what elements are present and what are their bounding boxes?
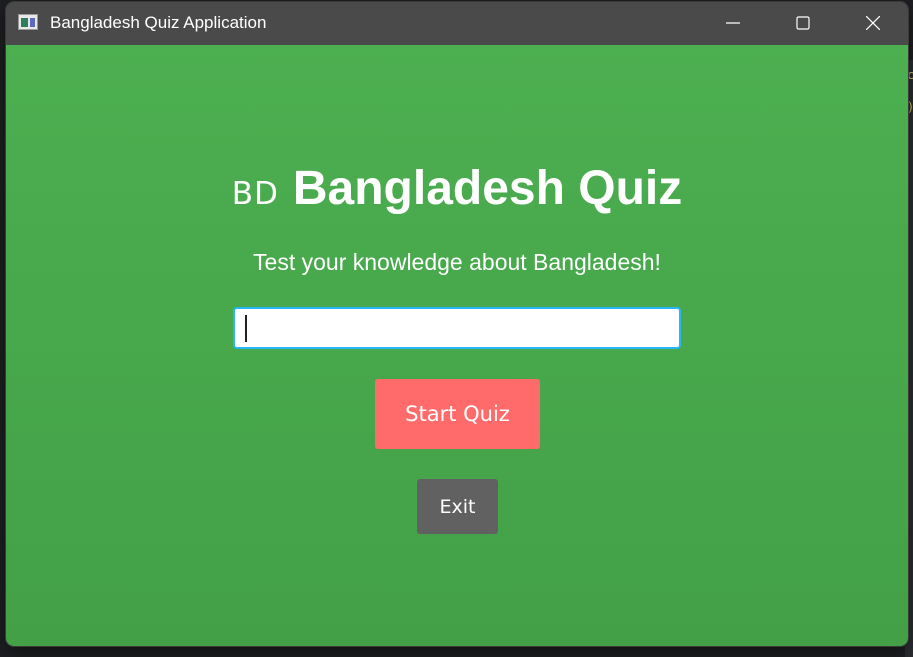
exit-button[interactable]: Exit [417, 479, 498, 534]
maximize-icon [796, 16, 810, 30]
page-title: Bangladesh Quiz [292, 162, 683, 215]
close-icon [866, 16, 880, 30]
maximize-button[interactable] [768, 2, 838, 45]
main-panel: BD Bangladesh Quiz Test your knowledge ab… [6, 45, 908, 646]
minimize-icon [726, 22, 740, 24]
app-window: Bangladesh Quiz Application BD Bangladesh… [6, 2, 908, 646]
window-title: Bangladesh Quiz Application [50, 13, 267, 32]
close-button[interactable] [838, 2, 908, 45]
title-bar[interactable]: Bangladesh Quiz Application [6, 2, 908, 45]
start-quiz-button[interactable]: Start Quiz [375, 379, 540, 449]
name-input[interactable] [233, 307, 681, 349]
app-window-icon [18, 14, 38, 30]
subtitle: Test your knowledge about Bangladesh! [253, 249, 661, 275]
page-heading: BD Bangladesh Quiz [6, 161, 908, 216]
text-caret [245, 315, 247, 342]
flag-text: BD [231, 176, 279, 212]
minimize-button[interactable] [698, 2, 768, 45]
